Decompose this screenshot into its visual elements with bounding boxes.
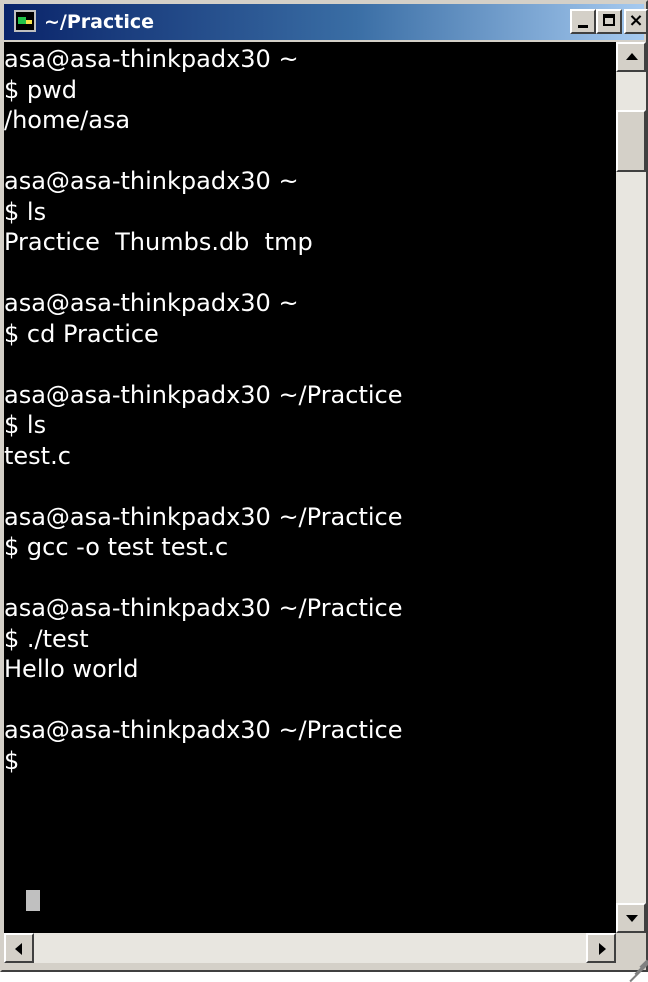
title-bar[interactable]: ~/Practice × bbox=[4, 4, 648, 40]
terminal-line: /home/asa bbox=[4, 106, 131, 134]
terminal-line: $ gcc -o test test.c bbox=[4, 533, 229, 561]
terminal-window: ~/Practice × asa@asa-thinkpadx30 ~ $ pwd /… bbox=[0, 0, 648, 982]
terminal-line: Hello world bbox=[4, 655, 139, 683]
vertical-scroll-thumb[interactable] bbox=[616, 110, 646, 172]
terminal-line: asa@asa-thinkpadx30 ~/Practice bbox=[4, 380, 403, 409]
scroll-left-button[interactable] bbox=[4, 933, 34, 963]
terminal-line: test.c bbox=[4, 441, 71, 470]
maximize-button[interactable] bbox=[596, 9, 622, 34]
window-title: ~/Practice bbox=[44, 11, 154, 33]
terminal-line: asa@asa-thinkpadx30 ~/Practice bbox=[4, 502, 403, 531]
close-icon: × bbox=[628, 10, 644, 31]
terminal-line: $ bbox=[4, 746, 27, 775]
horizontal-scrollbar[interactable] bbox=[4, 933, 616, 963]
terminal-output[interactable]: asa@asa-thinkpadx30 ~ $ pwd/home/asa asa@a… bbox=[4, 42, 616, 933]
terminal-line: $ pwd bbox=[4, 75, 77, 104]
maximize-icon bbox=[603, 14, 615, 26]
terminal-line: $ ./test bbox=[4, 624, 89, 653]
text-cursor bbox=[26, 890, 40, 911]
close-button[interactable]: × bbox=[624, 9, 648, 34]
arrow-right-icon bbox=[599, 943, 606, 955]
terminal-line: asa@asa-thinkpadx30 ~ bbox=[4, 289, 299, 317]
arrow-up-icon bbox=[626, 53, 638, 60]
terminal-line: asa@asa-thinkpadx30 ~/Practice bbox=[4, 716, 403, 744]
terminal-line: $ ls bbox=[4, 411, 47, 439]
terminal-line: asa@asa-thinkpadx30 ~ bbox=[4, 45, 299, 73]
arrow-left-icon bbox=[15, 943, 22, 955]
terminal-line: $ cd Practice bbox=[4, 319, 159, 348]
resize-grip-icon[interactable] bbox=[616, 933, 648, 982]
minimize-icon bbox=[578, 25, 588, 28]
terminal-line: asa@asa-thinkpadx30 ~ bbox=[4, 167, 299, 195]
terminal-line: Practice Thumbs.db tmp bbox=[4, 228, 313, 256]
terminal-icon[interactable] bbox=[14, 10, 36, 32]
scroll-right-button[interactable] bbox=[586, 933, 616, 963]
scroll-up-button[interactable] bbox=[616, 42, 646, 72]
terminal-line: asa@asa-thinkpadx30 ~/Practice bbox=[4, 594, 403, 622]
terminal-line: $ ls bbox=[4, 197, 47, 226]
vertical-scrollbar[interactable] bbox=[616, 42, 646, 933]
arrow-down-icon bbox=[626, 915, 638, 922]
scroll-down-button[interactable] bbox=[616, 903, 646, 933]
minimize-button[interactable] bbox=[570, 9, 596, 34]
